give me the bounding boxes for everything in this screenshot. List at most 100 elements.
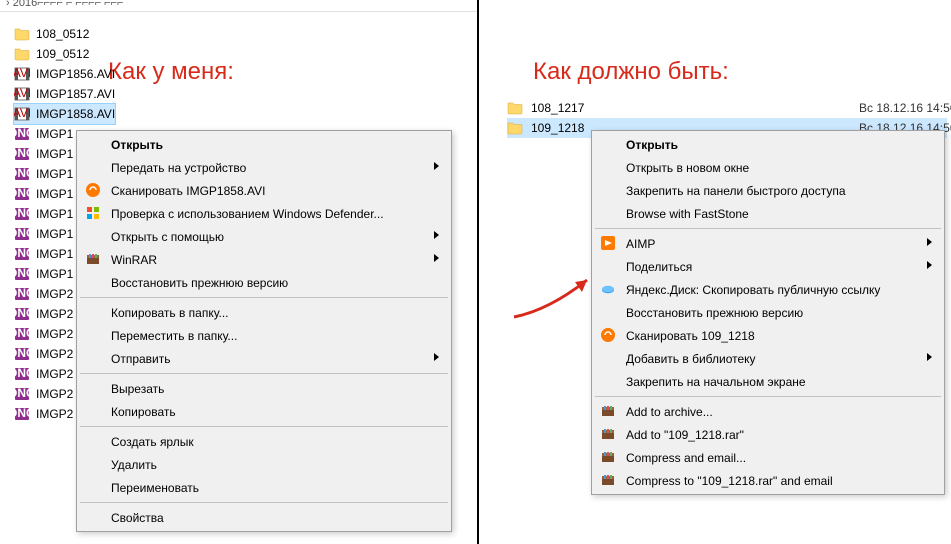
right-caption: Как должно быть: <box>533 58 729 86</box>
svg-text:DNG: DNG <box>14 306 30 320</box>
file-name: IMGP1 <box>36 267 73 281</box>
menu-item[interactable]: Add to "109_1218.rar" <box>594 423 942 446</box>
menu-item[interactable]: Отправить <box>79 347 449 370</box>
menu-item[interactable]: Свойства <box>79 506 449 529</box>
svg-text:DNG: DNG <box>14 146 30 160</box>
menu-item[interactable]: Яндекс.Диск: Скопировать публичную ссылк… <box>594 278 942 301</box>
menu-item[interactable]: Копировать в папку... <box>79 301 449 324</box>
file-name: IMGP1 <box>36 247 73 261</box>
list-item[interactable]: 108_0512 <box>14 24 115 44</box>
menu-item-label: Переименовать <box>111 481 199 495</box>
dng-icon: DNG <box>14 386 30 402</box>
menu-item[interactable]: Вырезать <box>79 377 449 400</box>
menu-item-label: Сканировать IMGP1858.AVI <box>111 184 265 198</box>
dng-icon: DNG <box>14 266 30 282</box>
menu-item-label: Восстановить прежнюю версию <box>626 306 803 320</box>
menu-item[interactable]: Compress to "109_1218.rar" and email <box>594 469 942 492</box>
menu-item[interactable]: Сканировать 109_1218 <box>594 324 942 347</box>
menu-item[interactable]: Создать ярлык <box>79 430 449 453</box>
svg-text:AVI: AVI <box>14 106 30 120</box>
menu-item-label: Свойства <box>111 511 164 525</box>
menu-item[interactable]: Add to archive... <box>594 400 942 423</box>
menu-item[interactable]: Передать на устройство <box>79 156 449 179</box>
menu-item[interactable]: Копировать <box>79 400 449 423</box>
file-name: IMGP1 <box>36 227 73 241</box>
menu-item[interactable]: Сканировать IMGP1858.AVI <box>79 179 449 202</box>
list-item[interactable]: AVIIMGP1856.AVI <box>14 64 115 84</box>
left-context-menu: ОткрытьПередать на устройство Сканировать… <box>76 130 452 532</box>
folder-icon <box>14 26 30 42</box>
dng-icon: DNG <box>14 286 30 302</box>
menu-item-label: Закрепить на панели быстрого доступа <box>626 184 846 198</box>
folder-icon <box>507 100 523 116</box>
svg-text:DNG: DNG <box>14 246 30 260</box>
menu-item[interactable]: Открыть <box>594 133 942 156</box>
menu-item-label: Яндекс.Диск: Скопировать публичную ссылк… <box>626 283 880 297</box>
menu-item[interactable]: Открыть с помощью <box>79 225 449 248</box>
dng-icon: DNG <box>14 306 30 322</box>
dng-icon: DNG <box>14 326 30 342</box>
menu-item[interactable]: AIMP <box>594 232 942 255</box>
menu-item[interactable]: Открыть в новом окне <box>594 156 942 179</box>
menu-item[interactable]: Добавить в библиотеку <box>594 347 942 370</box>
dng-icon: DNG <box>14 206 30 222</box>
winrar-icon <box>600 403 616 419</box>
avi-icon: AVI <box>14 86 30 102</box>
winrar-icon <box>600 426 616 442</box>
annotation-arrow <box>509 262 599 322</box>
menu-item[interactable]: Восстановить прежнюю версию <box>79 271 449 294</box>
menu-item[interactable]: Переместить в папку... <box>79 324 449 347</box>
menu-item[interactable]: Переименовать <box>79 476 449 499</box>
file-name: IMGP1858.AVI <box>36 107 115 121</box>
menu-item[interactable]: Закрепить на панели быстрого доступа <box>594 179 942 202</box>
menu-item[interactable]: Удалить <box>79 453 449 476</box>
file-name: IMGP1856.AVI <box>36 67 115 81</box>
svg-text:DNG: DNG <box>14 126 30 140</box>
menu-item[interactable]: Поделиться <box>594 255 942 278</box>
menu-item-label: Создать ярлык <box>111 435 194 449</box>
menu-item[interactable]: Открыть <box>79 133 449 156</box>
menu-item[interactable]: Browse with FastStone <box>594 202 942 225</box>
svg-text:DNG: DNG <box>14 266 30 280</box>
file-name: IMGP1 <box>36 167 73 181</box>
menu-item-label: Вырезать <box>111 382 164 396</box>
menu-item-label: AIMP <box>626 237 655 251</box>
dng-icon: DNG <box>14 406 30 422</box>
menu-item[interactable]: Закрепить на начальном экране <box>594 370 942 393</box>
menu-separator <box>80 297 448 298</box>
list-item[interactable]: AVI IMGP1857.AVI <box>14 84 115 104</box>
list-item[interactable]: 109_0512 <box>14 44 115 64</box>
menu-item-label: Browse with FastStone <box>626 207 749 221</box>
list-item[interactable]: 108_1217Вс 18.12.16 14:56Папка с фа <box>507 98 947 118</box>
menu-separator <box>80 373 448 374</box>
menu-item-label: Восстановить прежнюю версию <box>111 276 288 290</box>
menu-separator <box>80 426 448 427</box>
menu-item-label: Add to "109_1218.rar" <box>626 428 744 442</box>
svg-text:DNG: DNG <box>14 346 30 360</box>
menu-item[interactable]: WinRAR <box>79 248 449 271</box>
menu-item-label: Отправить <box>111 352 171 366</box>
winrar-icon <box>600 472 616 488</box>
avi-icon: AVI <box>14 106 30 122</box>
menu-item[interactable]: Проверка с использованием Windows Defend… <box>79 202 449 225</box>
menu-item-label: Поделиться <box>626 260 692 274</box>
avast-icon <box>600 327 616 343</box>
left-caption: Как у меня: <box>108 58 234 86</box>
menu-separator <box>595 228 941 229</box>
submenu-arrow-icon <box>434 254 439 262</box>
menu-item[interactable]: Восстановить прежнюю версию <box>594 301 942 324</box>
list-item[interactable]: AVI IMGP1858.AVI <box>14 104 115 124</box>
winrar-icon <box>85 251 101 267</box>
submenu-arrow-icon <box>927 353 932 361</box>
aimp-icon <box>600 235 616 251</box>
svg-text:DNG: DNG <box>14 226 30 240</box>
file-name: IMGP2 <box>36 367 73 381</box>
menu-item[interactable]: Compress and email... <box>594 446 942 469</box>
dng-icon: DNG <box>14 126 30 142</box>
menu-item-label: Открыть в новом окне <box>626 161 749 175</box>
winrar-icon <box>600 449 616 465</box>
menu-item-label: Открыть с помощью <box>111 230 224 244</box>
file-name: IMGP2 <box>36 327 73 341</box>
file-name: IMGP1857.AVI <box>36 87 115 101</box>
dng-icon: DNG <box>14 166 30 182</box>
